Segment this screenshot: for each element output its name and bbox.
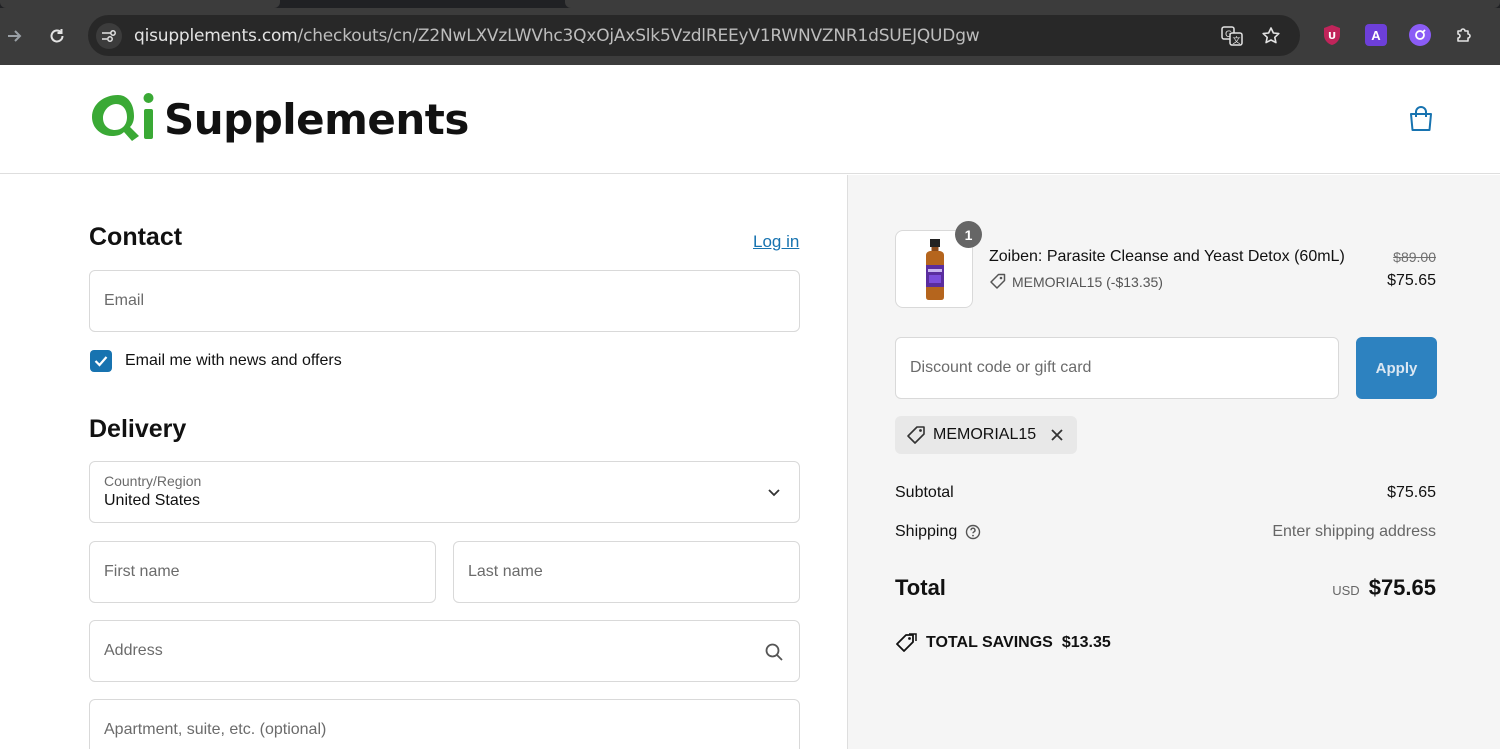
shipping-row-label: Shipping	[895, 523, 981, 541]
newsletter-label: Email me with news and offers	[125, 352, 342, 369]
address-bar[interactable]: qisupplements.com/checkouts/cn/Z2NwLXVzL…	[88, 15, 1300, 56]
tag-icon	[989, 273, 1006, 290]
logo-text: Supplements	[164, 94, 469, 144]
subtotal-label: Subtotal	[895, 484, 954, 501]
total-savings: TOTAL SAVINGS $13.35	[895, 633, 1111, 653]
product-price: $75.65	[1387, 272, 1436, 289]
apartment-field[interactable]: Apartment, suite, etc. (optional)	[89, 699, 800, 749]
savings-label: TOTAL SAVINGS	[926, 634, 1053, 651]
total-currency: USD	[1332, 583, 1360, 598]
apply-button[interactable]: Apply	[1356, 337, 1437, 399]
search-icon	[763, 641, 785, 663]
applied-code: MEMORIAL15	[933, 426, 1037, 443]
help-circle-icon[interactable]	[965, 524, 981, 540]
product-discount-text: MEMORIAL15 (-$13.35)	[1012, 273, 1163, 290]
country-label: Country/Region	[104, 473, 202, 489]
site-header: Supplements	[0, 65, 1500, 174]
browser-tab[interactable]	[0, 0, 280, 8]
address-placeholder: Address	[104, 642, 163, 659]
extension-a-icon[interactable]: A	[1365, 24, 1387, 46]
newsletter-checkbox-row[interactable]: Email me with news and offers	[90, 350, 342, 372]
extension-purple-icon[interactable]	[1409, 24, 1431, 46]
last-name-placeholder: Last name	[468, 563, 543, 580]
order-summary: 1 Zoiben: Parasite Cleanse and Yeast Det…	[847, 175, 1500, 749]
total-value-row: USD $75.65	[1332, 575, 1436, 601]
reload-icon[interactable]	[43, 22, 71, 50]
shipping-label: Shipping	[895, 523, 958, 540]
total-value: $75.65	[1368, 575, 1436, 600]
address-field[interactable]: Address	[89, 620, 800, 682]
email-placeholder: Email	[104, 292, 145, 309]
newsletter-checkbox[interactable]	[90, 350, 112, 372]
discount-code-input[interactable]: Discount code or gift card	[895, 337, 1339, 399]
store-logo[interactable]: Supplements	[88, 89, 469, 145]
forward-icon[interactable]	[0, 22, 28, 50]
country-value: United States	[104, 492, 201, 509]
extensions-puzzle-icon[interactable]	[1453, 24, 1475, 46]
applied-discount-chip: MEMORIAL15	[895, 416, 1077, 454]
url-host: qisupplements.com	[134, 26, 298, 46]
remove-code-icon[interactable]	[1047, 425, 1067, 445]
product-original-price: $89.00	[1393, 249, 1436, 265]
last-name-field[interactable]: Last name	[453, 541, 800, 603]
tab-strip	[0, 0, 1500, 8]
url-path: /checkouts/cn/Z2NwLXVzLWVhc3QxOjAxSlk5Vz…	[297, 26, 980, 46]
product-discount: MEMORIAL15 (-$13.35)	[989, 273, 1163, 290]
cart-bag-icon[interactable]	[1406, 103, 1436, 135]
url-text: qisupplements.com/checkouts/cn/Z2NwLXVzL…	[134, 26, 980, 46]
discount-placeholder: Discount code or gift card	[910, 359, 1092, 376]
savings-value: $13.35	[1061, 634, 1111, 651]
bookmark-star-icon[interactable]	[1260, 25, 1282, 47]
site-info-icon[interactable]	[96, 23, 122, 49]
delivery-title: Delivery	[89, 415, 187, 443]
chevron-down-icon	[763, 482, 785, 504]
svg-text:U: U	[1328, 31, 1336, 42]
product-name: Zoiben: Parasite Cleanse and Yeast Detox…	[989, 248, 1345, 265]
subtotal-value: $75.65	[1387, 484, 1436, 501]
first-name-field[interactable]: First name	[89, 541, 436, 603]
apartment-placeholder: Apartment, suite, etc. (optional)	[104, 721, 327, 738]
browser-tab-active[interactable]	[565, 0, 1500, 8]
svg-text:文: 文	[1233, 35, 1241, 45]
browser-chrome: qisupplements.com/checkouts/cn/Z2NwLXVzL…	[0, 0, 1500, 65]
login-link[interactable]: Log in	[753, 232, 799, 252]
contact-title: Contact	[89, 223, 183, 251]
quantity-badge: 1	[955, 221, 982, 248]
shipping-value: Enter shipping address	[1272, 523, 1436, 540]
country-select[interactable]: Country/Region United States	[89, 461, 800, 523]
logo-mark-icon	[88, 89, 158, 145]
email-field[interactable]: Email	[89, 270, 800, 332]
first-name-placeholder: First name	[104, 563, 180, 580]
savings-tag-icon	[895, 633, 917, 653]
translate-icon[interactable]: G文	[1221, 25, 1243, 47]
checkout-form: Contact Log in Email Email me with news …	[0, 175, 847, 749]
tag-icon	[906, 425, 926, 445]
total-label: Total	[895, 575, 946, 600]
ublock-icon[interactable]: U	[1321, 24, 1343, 46]
